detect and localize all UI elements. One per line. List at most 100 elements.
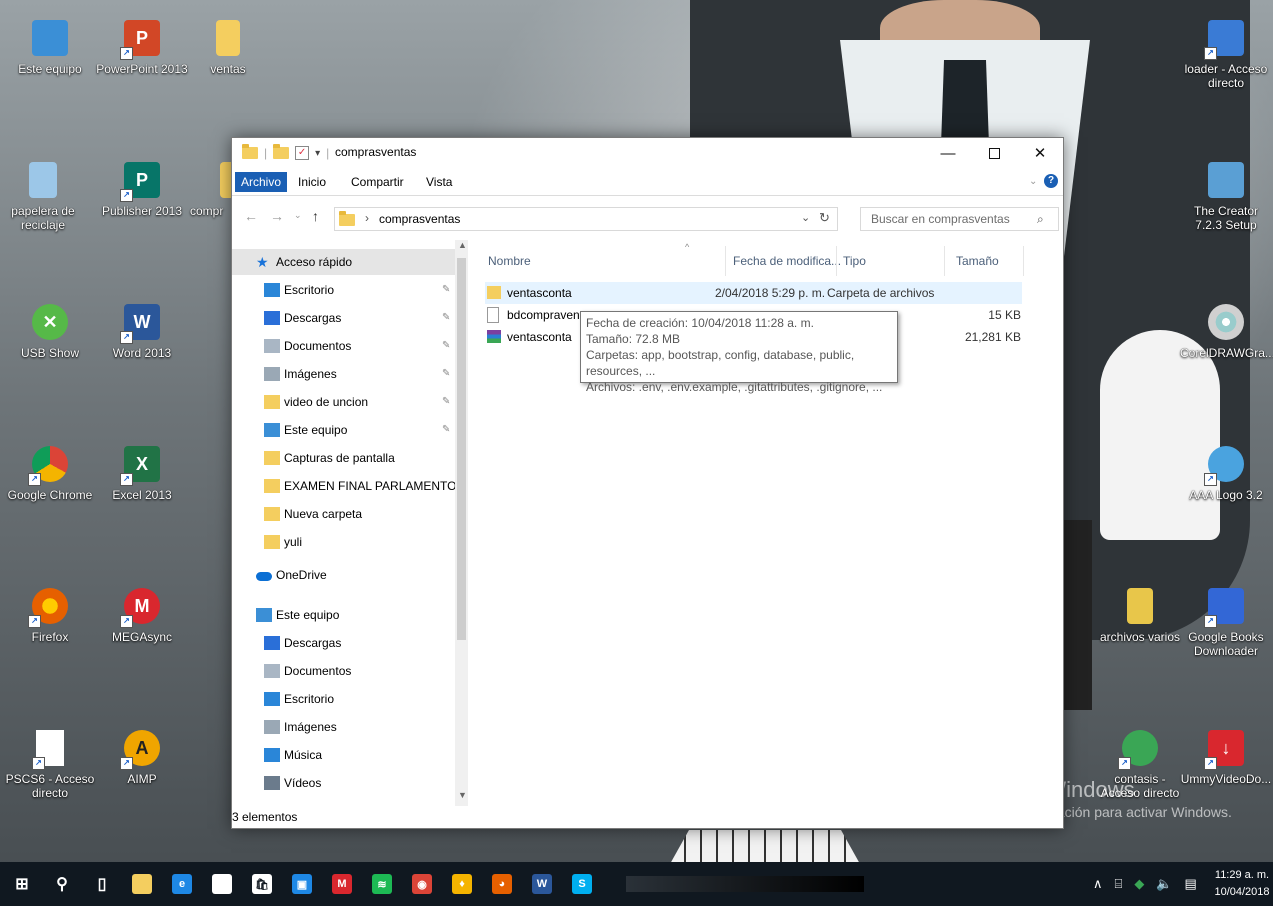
nav-item-nueva-carpeta[interactable]: Nueva carpeta bbox=[232, 501, 455, 527]
desktop-icon-the-creator[interactable]: The Creator 7.2.3 Setup bbox=[1180, 162, 1272, 232]
nav-item-imágenes[interactable]: Imágenes ✎ bbox=[232, 361, 455, 387]
tab-inicio[interactable]: Inicio bbox=[292, 172, 332, 192]
minimize-button[interactable]: — bbox=[925, 138, 971, 168]
nav-item-documentos[interactable]: Documentos bbox=[232, 658, 455, 684]
nav-item-capturas-de-pantalla[interactable]: Capturas de pantalla bbox=[232, 445, 455, 471]
scroll-down-icon[interactable]: ▼ bbox=[458, 790, 467, 800]
column-header-fecha[interactable]: Fecha de modifica... bbox=[733, 248, 841, 274]
address-dropdown-icon[interactable]: ⌄ bbox=[801, 211, 810, 224]
nav-item-examen-final-parlamento[interactable]: EXAMEN FINAL PARLAMENTO bbox=[232, 473, 455, 499]
desktop-icon-publisher[interactable]: P ↗ Publisher 2013 bbox=[96, 162, 188, 218]
desktop-icon-ventas[interactable]: ventas bbox=[188, 20, 268, 76]
pin-icon[interactable]: ✎ bbox=[442, 333, 450, 359]
column-header-tamano[interactable]: Tamaño bbox=[956, 248, 999, 274]
taskbar-button[interactable]: ▯ bbox=[82, 862, 122, 906]
desktop-icon-aimp[interactable]: A ↗ AIMP bbox=[96, 730, 188, 786]
nav-item-video-de-uncion[interactable]: video de uncion ✎ bbox=[232, 389, 455, 415]
desktop-icon-aaa-logo[interactable]: ↗ AAA Logo 3.2 bbox=[1180, 446, 1272, 502]
refresh-icon[interactable]: ↻ bbox=[819, 210, 830, 226]
desktop-icon-loader[interactable]: ↗ loader - Acceso directo bbox=[1180, 20, 1272, 90]
pin-icon[interactable]: ✎ bbox=[442, 417, 450, 443]
desktop-icon-excel[interactable]: X ↗ Excel 2013 bbox=[96, 446, 188, 502]
tab-vista[interactable]: Vista bbox=[420, 172, 458, 192]
taskbar-button[interactable]: ▣ bbox=[282, 862, 322, 906]
nav-item-este-equipo[interactable]: Este equipo ✎ bbox=[232, 417, 455, 443]
title-bar[interactable]: | ✓ ▾ | comprasventas — ✕ bbox=[232, 138, 1063, 168]
volume-icon[interactable]: 🔈 bbox=[1156, 876, 1172, 892]
clock[interactable]: 11:29 a. m. 10/04/2018 bbox=[1212, 867, 1272, 901]
customize-toolbar-icon[interactable]: ▾ bbox=[315, 148, 320, 159]
help-icon[interactable]: ? bbox=[1044, 174, 1058, 188]
nav-item-vídeos[interactable]: Vídeos bbox=[232, 770, 455, 796]
nav-item-escritorio[interactable]: Escritorio bbox=[232, 686, 455, 712]
taskbar-button[interactable]: ⚲ bbox=[42, 862, 82, 906]
pin-icon[interactable]: ✎ bbox=[442, 305, 450, 331]
desktop-icon-firefox[interactable]: ↗ Firefox bbox=[4, 588, 96, 644]
nav-item-este-equipo[interactable]: Este equipo bbox=[232, 602, 455, 628]
up-arrow-icon[interactable]: ↑ bbox=[312, 208, 319, 224]
notification-icon[interactable]: ▤ bbox=[1185, 876, 1197, 892]
pin-icon[interactable]: ✎ bbox=[442, 389, 450, 415]
desktop-icon-papelera[interactable]: papelera de reciclaje bbox=[4, 162, 82, 232]
taskbar-button[interactable]: ◕ bbox=[482, 862, 522, 906]
nav-item-yuli[interactable]: yuli bbox=[232, 529, 455, 555]
pin-icon[interactable]: ✎ bbox=[442, 361, 450, 387]
status-bar: 3 elementos bbox=[232, 806, 1063, 828]
network-icon[interactable]: ⌸ bbox=[1115, 876, 1123, 892]
taskbar-button[interactable]: ♦ bbox=[442, 862, 482, 906]
desktop-icon-google-books[interactable]: ↗ Google Books Downloader bbox=[1180, 588, 1272, 658]
recent-locations-icon[interactable]: ⌄ bbox=[294, 210, 302, 221]
column-header-nombre[interactable]: Nombre bbox=[488, 248, 531, 274]
nav-item-imágenes[interactable]: Imágenes bbox=[232, 714, 455, 740]
nav-item-acceso-rápido[interactable]: ★ Acceso rápido bbox=[232, 249, 455, 275]
taskbar-button[interactable]: ◉ bbox=[402, 862, 442, 906]
tray-overflow-icon[interactable]: ∧ bbox=[1093, 876, 1103, 892]
back-arrow-icon[interactable]: ← bbox=[244, 208, 258, 224]
desktop-icon-este-equipo[interactable]: Este equipo bbox=[4, 20, 96, 76]
properties-check-icon[interactable]: ✓ bbox=[295, 146, 310, 160]
scroll-up-icon[interactable]: ▲ bbox=[458, 240, 467, 250]
nav-item-música[interactable]: Música bbox=[232, 742, 455, 768]
taskbar-button[interactable]: ⊞ bbox=[2, 862, 42, 906]
pin-icon[interactable]: ✎ bbox=[442, 277, 450, 303]
breadcrumb-comprasventas[interactable]: comprasventas bbox=[379, 212, 460, 226]
folder-info-tooltip: Fecha de creación: 10/04/2018 11:28 a. m… bbox=[580, 311, 898, 394]
desktop-icon-archivos-varios[interactable]: archivos varios bbox=[1094, 588, 1186, 644]
new-folder-icon[interactable] bbox=[273, 144, 290, 159]
desktop-icon-coreldraw[interactable]: CorelDRAWGra... bbox=[1180, 304, 1273, 360]
nav-item-documentos[interactable]: Documentos ✎ bbox=[232, 333, 455, 359]
taskbar-button[interactable]: ≋ bbox=[362, 862, 402, 906]
column-header-tipo[interactable]: Tipo bbox=[843, 248, 866, 274]
taskbar-button[interactable]: W bbox=[522, 862, 562, 906]
nav-item-onedrive[interactable]: OneDrive bbox=[232, 562, 455, 588]
file-row[interactable]: ventasconta 2/04/2018 5:29 p. m. Carpeta d… bbox=[485, 282, 1022, 304]
nav-item-descargas[interactable]: Descargas ✎ bbox=[232, 305, 455, 331]
nav-item-escritorio[interactable]: Escritorio ✎ bbox=[232, 277, 455, 303]
taskbar-button[interactable]: 🛍 bbox=[242, 862, 282, 906]
desktop-icon-powerpoint[interactable]: P ↗ PowerPoint 2013 bbox=[96, 20, 188, 76]
search-placeholder: Buscar en comprasventas bbox=[871, 212, 1010, 226]
expand-ribbon-icon[interactable]: ⌄ bbox=[1029, 176, 1037, 187]
scrollbar-thumb[interactable] bbox=[457, 258, 466, 640]
desktop-icon-word[interactable]: W ↗ Word 2013 bbox=[96, 304, 188, 360]
search-input[interactable]: Buscar en comprasventas ⌕ bbox=[860, 207, 1059, 231]
desktop-icon-pscs6[interactable]: ↗ PSCS6 - Acceso directo bbox=[4, 730, 96, 800]
tab-compartir[interactable]: Compartir bbox=[345, 172, 410, 192]
forward-arrow-icon[interactable]: → bbox=[270, 208, 284, 224]
app-tray-icon[interactable]: ◆ bbox=[1134, 876, 1144, 892]
maximize-button[interactable] bbox=[971, 138, 1017, 168]
nav-item-descargas[interactable]: Descargas bbox=[232, 630, 455, 656]
navigation-scrollbar[interactable]: ▲ ▼ bbox=[455, 240, 468, 806]
address-bar[interactable]: › comprasventas ⌄ ↻ bbox=[334, 207, 838, 231]
tab-archivo[interactable]: Archivo bbox=[235, 172, 288, 192]
taskbar-button[interactable] bbox=[202, 862, 242, 906]
close-button[interactable]: ✕ bbox=[1017, 138, 1063, 168]
taskbar-button[interactable] bbox=[122, 862, 162, 906]
taskbar-button[interactable]: S bbox=[562, 862, 602, 906]
taskbar-button[interactable]: M bbox=[322, 862, 362, 906]
desktop-icon-megasync[interactable]: M ↗ MEGAsync bbox=[96, 588, 188, 644]
taskbar-button[interactable]: e bbox=[162, 862, 202, 906]
desktop-icon-chrome[interactable]: ↗ Google Chrome bbox=[4, 446, 96, 502]
desktop-icon-compr[interactable]: compr bbox=[190, 162, 240, 218]
desktop-icon-usb-show[interactable]: ✕ USB Show bbox=[4, 304, 96, 360]
